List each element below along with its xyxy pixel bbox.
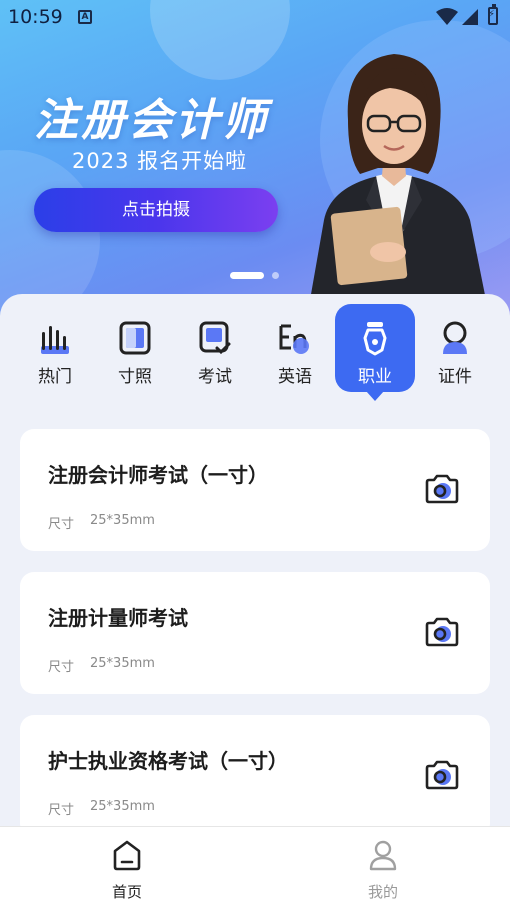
tab-id[interactable]: 证件 [415,304,495,392]
card-title: 护士执业资格考试（一寸） [48,749,288,773]
status-bar: 10:59 A [0,0,510,36]
card-title: 注册会计师考试（一寸） [48,463,268,487]
tab-photo-size[interactable]: 寸照 [95,304,175,392]
size-label: 尺寸 [48,517,75,532]
exam-check-icon [199,321,231,355]
bottom-nav: 首页 我的 [0,826,510,908]
tab-exam[interactable]: 考试 [175,304,255,392]
list-item[interactable]: 注册计量师考试 尺寸 25*35mm [20,572,490,694]
hero-subtitle: 2023 报名开始啦 [72,149,248,173]
tab-profession[interactable]: 职业 [335,304,415,401]
battery-icon [488,4,498,25]
size-value: 25*35mm [90,656,155,671]
tab-label: 英语 [278,367,312,387]
tab-label: 热门 [38,367,72,387]
tab-label: 证件 [438,367,472,387]
accessibility-indicator-icon: A [78,10,92,24]
tab-english[interactable]: 英语 [255,304,335,392]
professional-woman-illustration [310,54,486,300]
list-item[interactable]: 护士执业资格考试（一寸） 尺寸 25*35mm [20,715,490,826]
size-label: 尺寸 [48,803,75,818]
tab-label: 寸照 [118,367,152,387]
main-panel: 热门 寸照 考试 英语 职业 证件 注册会计师考试（一寸） 尺寸 25*35mm… [0,294,510,826]
card-title: 注册计量师考试 [48,606,188,630]
camera-icon[interactable] [424,759,460,791]
category-tabs: 热门 寸照 考试 英语 职业 证件 [0,304,510,404]
signal-icon [462,9,478,25]
wifi-icon [436,8,458,25]
tab-label: 职业 [358,367,392,387]
hero-title: 注册会计师 [34,95,269,146]
hero-banner[interactable]: 10:59 A 注册会计师 2023 报名开始啦 点击拍摄 [0,0,510,320]
badge-icon [363,322,387,356]
photo-frame-icon [119,321,151,355]
status-time: 10:59 [8,6,63,28]
bar-chart-icon [41,326,69,354]
size-value: 25*35mm [90,513,155,528]
tab-label: 考试 [198,367,232,387]
camera-icon[interactable] [424,616,460,648]
nav-mine[interactable]: 我的 [338,835,428,905]
user-icon [369,840,397,871]
list-item[interactable]: 注册会计师考试（一寸） 尺寸 25*35mm [20,429,490,551]
size-label: 尺寸 [48,660,75,675]
nav-home[interactable]: 首页 [82,835,172,905]
size-value: 25*35mm [90,799,155,814]
nav-label: 首页 [111,883,142,901]
nav-label: 我的 [367,883,398,901]
carousel-dot-active[interactable] [230,272,264,279]
english-en-icon [279,324,309,354]
carousel-dot[interactable] [272,272,279,279]
home-icon [113,840,141,871]
shoot-button[interactable]: 点击拍摄 [34,188,278,232]
tab-hot[interactable]: 热门 [15,304,95,392]
camera-icon[interactable] [424,473,460,505]
id-person-icon [443,321,467,354]
